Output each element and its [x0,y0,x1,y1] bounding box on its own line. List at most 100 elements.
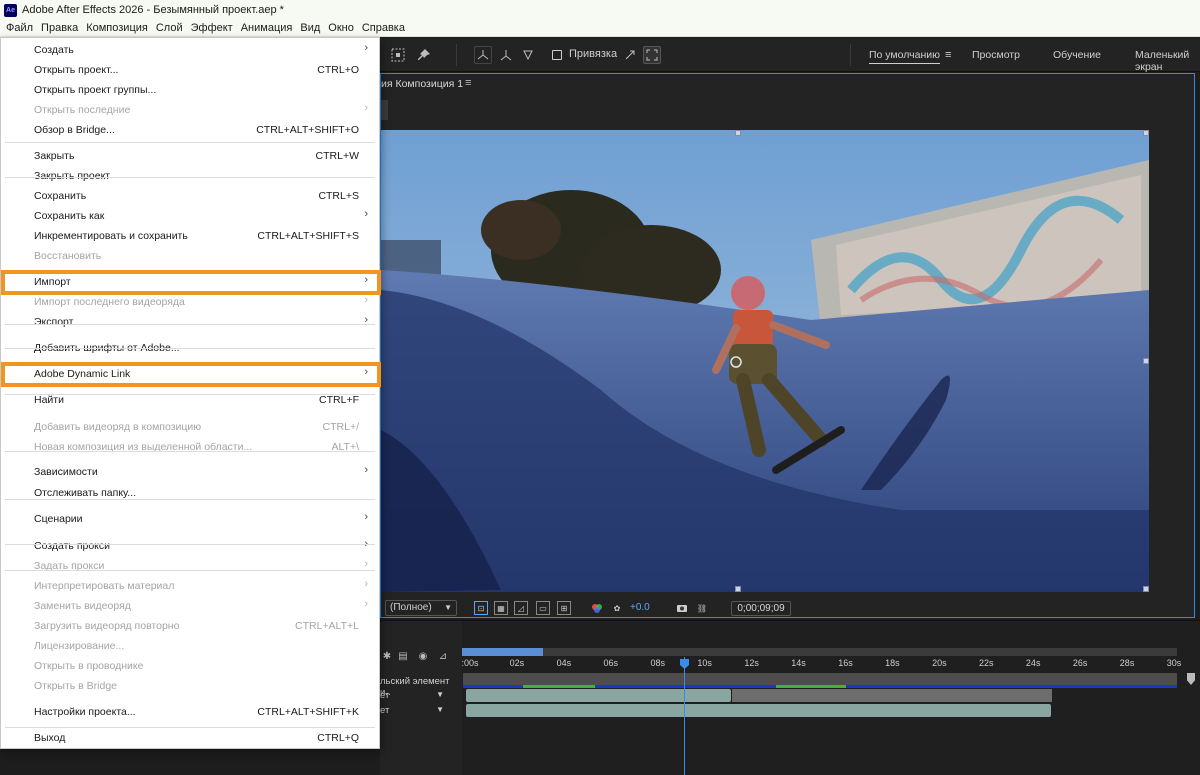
chevron-down-icon[interactable]: ▼ [436,705,444,714]
frame-blend-icon[interactable]: ▤ [396,649,410,663]
file-menu-item-shortcut: CTRL+F [319,394,359,406]
axis-world-icon[interactable] [497,46,515,64]
menu-effect[interactable]: Эффект [187,20,237,36]
workspace-review[interactable]: Просмотр [972,49,1020,61]
shy-icon[interactable]: ✱ [380,649,394,663]
composition-subtab[interactable] [381,100,388,120]
layer-bar[interactable] [466,689,731,702]
mask-path-icon[interactable]: ◿ [514,601,528,615]
composition-tab[interactable]: ия Композиция 1 [381,78,463,90]
file-menu-item[interactable]: Отслеживать папку... [1,483,379,503]
file-menu-item[interactable]: Создать прокси› [1,536,379,556]
file-menu-item-label: Обзор в Bridge... [34,124,115,136]
chevron-right-icon: › [364,102,368,114]
file-menu-item[interactable]: Закрыть проект [1,166,379,186]
playhead-line[interactable] [684,657,685,775]
work-area-selection[interactable] [462,648,543,656]
menu-composition[interactable]: Композиция [82,20,152,36]
file-menu-item[interactable]: Сохранить как › [1,206,379,226]
toolbar-separator [850,44,851,66]
color-management-icon[interactable]: ✿ [610,601,624,615]
menu-window[interactable]: Окно [324,20,358,36]
composition-end-marker [1187,673,1195,685]
file-menu-item[interactable]: Зависимости › [1,462,379,482]
file-menu-item[interactable]: Сценарии › [1,509,379,529]
layer-row[interactable]: ет ▼ [380,690,462,704]
transparency-grid-icon[interactable]: ▦ [494,601,508,615]
file-menu-item: Задать прокси › [1,556,379,576]
workspace-default[interactable]: По умолчанию [869,49,941,64]
layer-row[interactable]: ет ▼ [380,705,462,719]
layer-bar[interactable] [466,704,1051,717]
chevron-right-icon: › [364,42,368,54]
snap-checkbox[interactable] [552,50,562,60]
file-menu-item[interactable]: Экспорт › [1,312,379,332]
composition-tab-menu-icon[interactable]: ≡ [465,77,471,89]
file-menu-dropdown: Создать › Открыть проект... CTRL+O Открыть п… [0,37,381,749]
ruler-tick-label: 26s [1072,658,1088,668]
file-menu-item-shortcut: CTRL+O [317,64,359,76]
pin-icon[interactable] [415,46,433,64]
chevron-right-icon: › [364,464,368,476]
file-menu-item[interactable]: Обзор в Bridge... CTRL+ALT+SHIFT+O [1,120,379,140]
menu-separator [5,544,375,545]
file-menu-item[interactable]: Открыть проект группы... [1,80,379,100]
menu-layer[interactable]: Слой [152,20,187,36]
grid-guides-icon[interactable]: ⊞ [557,601,571,615]
color-channels-icon[interactable] [590,601,604,615]
transform-handle[interactable] [1143,358,1149,364]
graph-editor-icon[interactable]: ⊿ [436,649,450,663]
snap-expand-icon[interactable] [643,46,661,64]
motion-blur-icon[interactable]: ◉ [416,649,430,663]
work-area-bar[interactable] [463,648,1177,656]
resolution-value: (Полное) [390,602,432,613]
timeline-tracks[interactable]: :00s 02s 04s 06s 08s 10s 12s 14s 16s 18s 20s 22s 24s… [461,621,1200,775]
fast-preview-icon[interactable]: ⊡ [474,601,488,615]
chevron-down-icon[interactable]: ▼ [436,690,444,699]
file-menu-item: Открыть в проводнике [1,656,379,676]
camera-snapshot-icon[interactable] [675,601,689,615]
file-menu-item[interactable]: Найти CTRL+F [1,390,379,410]
layer-row[interactable]: льский элемент и.. [380,676,462,698]
file-menu-item[interactable]: Настройки проекта... CTRL+ALT+SHIFT+K [1,702,379,722]
file-menu-item[interactable]: Инкрементировать и сохранить CTRL+ALT+SHI… [1,226,379,246]
composition-panel: ия Композиция 1 ≡ (Полное) ▼ ⊡ ▦ ◿ ▭ ⊞ ✿… [380,73,1195,618]
axis-view-icon[interactable] [519,46,537,64]
file-menu-item-label: Импорт последнего видеоряда [34,296,185,308]
show-snapshot-icon[interactable]: ⛓ [695,601,709,615]
layer-mode: ет [380,690,390,701]
file-menu-item[interactable]: Сохранить CTRL+S [1,186,379,206]
workspace-small-screen[interactable]: Маленький экран [1135,49,1200,73]
menu-animation[interactable]: Анимация [237,20,297,36]
menu-edit[interactable]: Правка [37,20,82,36]
snap-options-icon[interactable] [621,46,639,64]
snap-label: Привязка [569,48,618,60]
workspace-menu-icon[interactable]: ≡ [945,49,951,61]
transform-handle[interactable] [1143,586,1149,592]
safe-zones-icon[interactable]: ▭ [536,601,550,615]
transform-handle[interactable] [735,130,741,136]
file-menu-item[interactable]: Выход CTRL+Q [1,728,379,748]
file-menu-item[interactable]: Создать › [1,40,379,60]
transform-handle[interactable] [735,586,741,592]
timecode-display[interactable]: 0;00;09;09 [731,601,791,616]
menu-view[interactable]: Вид [296,20,324,36]
workspace-learn[interactable]: Обучение [1053,49,1101,61]
ruler-tick-label: 20s [932,658,947,668]
file-menu-item: Открыть в Bridge [1,676,379,696]
menu-separator [5,142,375,143]
resolution-select[interactable]: (Полное) ▼ [385,600,457,616]
file-menu-item[interactable]: Открыть проект... CTRL+O [1,60,379,80]
window-title: Adobe After Effects 2026 - Безымянный пр… [22,4,284,16]
time-ruler[interactable]: :00s 02s 04s 06s 08s 10s 12s 14s 16s 18s 20s 22s 24s… [461,658,1182,672]
layer-mode: ет [380,705,390,716]
selection-rect-icon[interactable] [389,46,407,64]
axis-local-icon[interactable] [474,46,492,64]
file-menu-item[interactable]: Закрыть CTRL+W [1,146,379,166]
chevron-right-icon: › [364,578,368,590]
transform-handle[interactable] [1143,130,1149,136]
menu-help[interactable]: Справка [358,20,409,36]
exposure-value[interactable]: +0.0 [630,602,650,613]
composition-viewer[interactable] [381,130,1149,592]
menu-file[interactable]: Файл [0,20,37,36]
